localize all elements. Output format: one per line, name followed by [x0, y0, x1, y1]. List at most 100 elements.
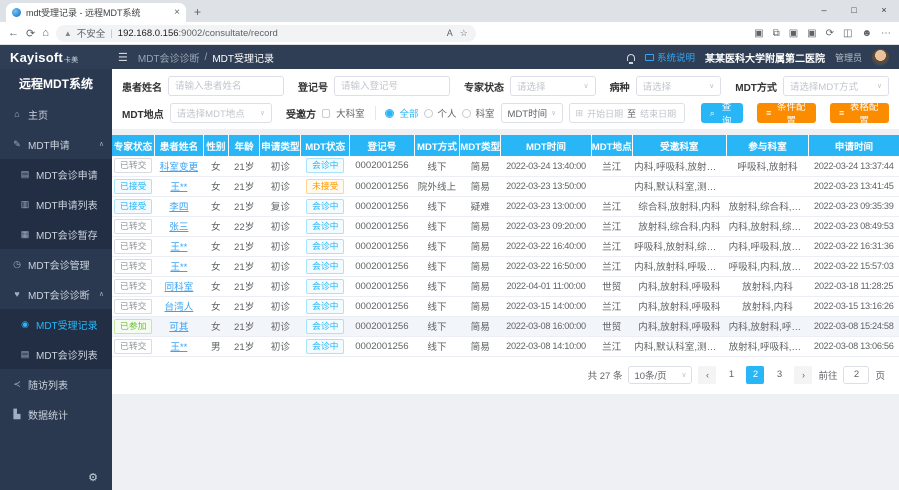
extension-icon[interactable]: ▣ [754, 28, 763, 39]
patient-name-link[interactable]: 王** [170, 182, 187, 193]
patient-name-input[interactable] [168, 76, 284, 96]
table-row[interactable]: 已转交张三女22岁初诊会诊中0002001256线下简易2022-03-23 0… [112, 216, 899, 236]
reg-no-input[interactable] [334, 76, 450, 96]
patient-name-link[interactable]: 可其 [169, 322, 188, 333]
mdt-mode-select[interactable]: 请选择MDT方式∨ [783, 76, 889, 96]
expert-status-select[interactable]: 请选择∨ [510, 76, 596, 96]
table-row[interactable]: 已参加可其女21岁初诊会诊中0002001256线下简易2022-03-08 1… [112, 316, 899, 336]
radio-label[interactable]: 个人 [438, 106, 457, 120]
radio-label[interactable]: 全部 [399, 106, 418, 120]
security-label[interactable]: 不安全 [77, 26, 106, 40]
sidebar-item-mdt-consult-diagnose[interactable]: ♥MDT会诊诊断∧ [0, 279, 112, 309]
table-row[interactable]: 已转交王**女21岁初诊会诊中0002001256线下简易2022-03-22 … [112, 256, 899, 276]
new-tab-button[interactable]: + [194, 5, 201, 19]
column-header[interactable]: 参与科室 [727, 135, 809, 156]
bell-icon[interactable] [627, 54, 635, 61]
patient-name-link[interactable]: 王** [170, 242, 187, 253]
table-config-button[interactable]: ≡表格配置 [830, 103, 889, 123]
sidebar-item-mdt-consult-draft[interactable]: ▦MDT会诊暂存 [0, 219, 112, 249]
table-row[interactable]: 已转交同科室女21岁初诊会诊中0002001256线下简易2022-04-01 … [112, 276, 899, 296]
big-dept-checkbox[interactable] [322, 109, 330, 118]
window-close-button[interactable]: × [869, 0, 899, 20]
condition-config-button[interactable]: ≡条件配置 [757, 103, 816, 123]
browser-home-icon[interactable]: ⌂ [42, 27, 49, 39]
avatar[interactable] [872, 49, 889, 66]
prev-page-button[interactable]: ‹ [698, 366, 716, 384]
sidebar-item-mdt-consult-list[interactable]: ▤MDT会诊列表 [0, 339, 112, 369]
split-screen-icon[interactable]: ◫ [843, 28, 852, 39]
cell-gender: 女 [203, 256, 228, 276]
table-row[interactable]: 已转交王**男21岁初诊会诊中0002001256线下简易2022-03-08 … [112, 336, 899, 356]
more-menu-icon[interactable]: ⋯ [881, 28, 891, 39]
date-range-input[interactable]: ⊞ 开始日期 至 结束日期 [569, 103, 685, 123]
big-dept-checkbox-label[interactable]: 大科室 [336, 106, 365, 120]
refresh-icon[interactable]: ⟳ [26, 27, 35, 40]
system-help-link[interactable]: 系统说明 [645, 50, 695, 64]
column-header[interactable]: MDT状态 [301, 135, 350, 156]
table-row[interactable]: 已接受李四女21岁复诊会诊中0002001256线下疑难2022-03-23 1… [112, 196, 899, 216]
patient-name-link[interactable]: 李四 [169, 202, 188, 213]
patient-name-link[interactable]: 同科室 [164, 282, 193, 293]
mdt-place-select[interactable]: 请选择MDT地点∨ [170, 103, 272, 123]
radio-all[interactable] [385, 109, 394, 118]
patient-name-link[interactable]: 科室变更 [160, 162, 198, 173]
extension-icon[interactable]: ▣ [807, 28, 816, 39]
table-row[interactable]: 已转交台湾人女21岁初诊会诊中0002001256线下简易2022-03-15 … [112, 296, 899, 316]
column-header[interactable]: 申请时间 [808, 135, 899, 156]
sidebar-item-mdt-apply-list[interactable]: ▥MDT申请列表 [0, 189, 112, 219]
sidebar-item-mdt-accept-record[interactable]: ◉MDT受理记录 [0, 309, 112, 339]
radio-dept[interactable] [462, 109, 471, 118]
sidebar-item-followup-list[interactable]: ≺随访列表 [0, 369, 112, 399]
sidebar-item-mdt-consult-apply[interactable]: ▤MDT会诊申请 [0, 159, 112, 189]
address-bar[interactable]: ▲ 不安全 | 192.168.0.156:9002/consultate/re… [56, 25, 476, 42]
column-header[interactable]: 专家状态 [112, 135, 154, 156]
sidebar-item-mdt-apply[interactable]: ✎MDT申请∧ [0, 129, 112, 159]
patient-name-link[interactable]: 台湾人 [164, 302, 193, 313]
mdt-time-select[interactable]: MDT时间∨ [501, 103, 563, 123]
column-header[interactable]: MDT类型 [460, 135, 501, 156]
column-header[interactable]: 性别 [203, 135, 228, 156]
column-header[interactable]: 申请类型 [260, 135, 301, 156]
patient-name-link[interactable]: 王** [170, 262, 187, 273]
column-header[interactable]: 年龄 [228, 135, 259, 156]
settings-gear-icon[interactable]: ⚙ [88, 471, 98, 484]
column-header[interactable]: MDT地点 [591, 135, 632, 156]
cell-gender: 女 [203, 276, 228, 296]
refresh-icon[interactable]: ⟳ [826, 28, 834, 39]
next-page-button[interactable]: › [794, 366, 812, 384]
window-maximize-button[interactable]: □ [839, 0, 869, 20]
breadcrumb-parent[interactable]: MDT会诊诊断 [138, 50, 200, 65]
search-button[interactable]: ⌕查询 [701, 103, 743, 123]
radio-label[interactable]: 科室 [476, 106, 495, 120]
patient-name-link[interactable]: 张三 [169, 222, 188, 233]
table-row[interactable]: 已接受王**女21岁初诊未接受0002001256院外线上简易2022-03-2… [112, 176, 899, 196]
column-header[interactable]: 受邀科室 [632, 135, 726, 156]
read-aloud-icon[interactable]: A [447, 28, 453, 39]
column-header[interactable]: 患者姓名 [154, 135, 203, 156]
radio-personal[interactable] [424, 109, 433, 118]
table-row[interactable]: 已转交王**女21岁初诊会诊中0002001256线下简易2022-03-22 … [112, 236, 899, 256]
page-button-2[interactable]: 2 [746, 366, 764, 384]
collections-icon[interactable]: ⧉ [773, 28, 780, 39]
sidebar-item-home[interactable]: ⌂主页 [0, 99, 112, 129]
goto-page-input[interactable] [843, 366, 869, 384]
window-minimize-button[interactable]: – [809, 0, 839, 20]
page-size-select[interactable]: 10条/页∨ [628, 366, 692, 384]
page-button-1[interactable]: 1 [722, 366, 740, 384]
sidebar-item-mdt-consult-manage[interactable]: ◷MDT会诊管理 [0, 249, 112, 279]
extension-icon[interactable]: ▣ [789, 28, 798, 39]
sidebar-item-data-stats[interactable]: ▙数据统计 [0, 399, 112, 429]
browser-tab[interactable]: mdt受理记录 - 远程MDT系统 × [6, 3, 186, 22]
sidebar-collapse-icon[interactable]: ☰ [118, 51, 128, 64]
patient-name-link[interactable]: 王** [170, 342, 187, 353]
column-header[interactable]: MDT时间 [501, 135, 592, 156]
favorites-star-icon[interactable]: ☆ [460, 28, 468, 39]
column-header[interactable]: 登记号 [350, 135, 415, 156]
tab-close-icon[interactable]: × [174, 7, 180, 18]
disease-select[interactable]: 请选择∨ [636, 76, 722, 96]
profile-icon[interactable]: ☻ [861, 28, 872, 39]
page-button-3[interactable]: 3 [770, 366, 788, 384]
back-icon[interactable]: ← [8, 27, 19, 39]
column-header[interactable]: MDT方式 [414, 135, 460, 156]
table-row[interactable]: 已转交科室变更女21岁初诊会诊中0002001256线下简易2022-03-24… [112, 156, 899, 176]
